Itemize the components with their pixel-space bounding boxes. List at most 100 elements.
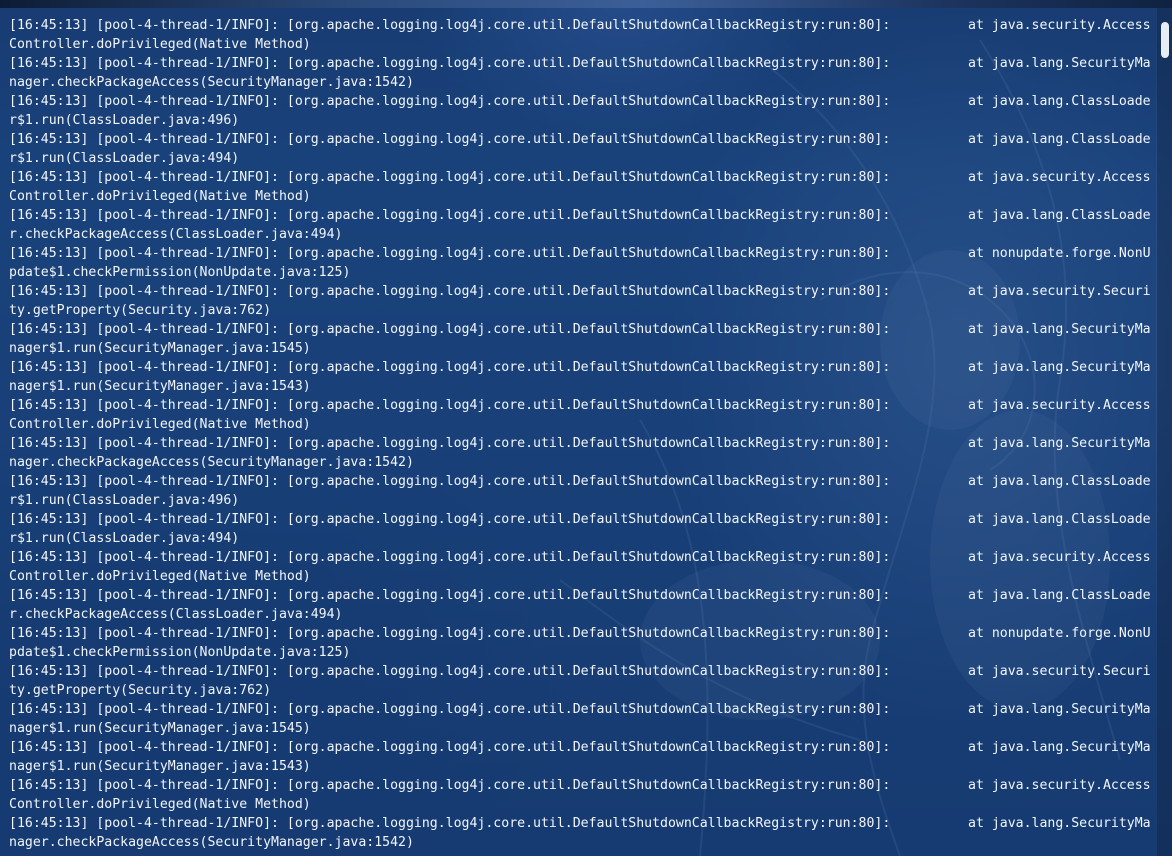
- log-source-prefix: [16:45:13] [pool-4-thread-1/INFO]: [org.…: [9, 740, 891, 755]
- stack-trace-start: at java.lang.ClassLoade: [968, 474, 1151, 489]
- log-source-prefix: [16:45:13] [pool-4-thread-1/INFO]: [org.…: [9, 18, 891, 33]
- stack-trace-continuation: Controller.doPrivileged(Native Method): [9, 37, 311, 52]
- log-entry-first-line: [16:45:13] [pool-4-thread-1/INFO]: [org.…: [9, 776, 1154, 795]
- stack-trace-continuation: r.checkPackageAccess(ClassLoader.java:49…: [9, 607, 343, 622]
- log-entry-first-line: [16:45:13] [pool-4-thread-1/INFO]: [org.…: [9, 700, 1154, 719]
- stack-trace-start: at java.lang.SecurityMa: [968, 740, 1151, 755]
- log-entry-first-line: [16:45:13] [pool-4-thread-1/INFO]: [org.…: [9, 662, 1154, 681]
- log-entry: [16:45:13] [pool-4-thread-1/INFO]: [org.…: [9, 320, 1154, 358]
- stack-trace-start: at java.security.Access: [968, 398, 1151, 413]
- log-entry: [16:45:13] [pool-4-thread-1/INFO]: [org.…: [9, 92, 1154, 130]
- log-entry: [16:45:13] [pool-4-thread-1/INFO]: [org.…: [9, 358, 1154, 396]
- log-entry: [16:45:13] [pool-4-thread-1/INFO]: [org.…: [9, 206, 1154, 244]
- stack-trace-continuation: Controller.doPrivileged(Native Method): [9, 569, 311, 584]
- stack-trace-start: at nonupdate.forge.NonU: [968, 626, 1151, 641]
- log-entry: [16:45:13] [pool-4-thread-1/INFO]: [org.…: [9, 738, 1154, 776]
- stack-trace-continuation: r.checkPackageAccess(ClassLoader.java:49…: [9, 227, 343, 242]
- log-entry-first-line: [16:45:13] [pool-4-thread-1/INFO]: [org.…: [9, 434, 1154, 453]
- log-console-window: [16:45:13] [pool-4-thread-1/INFO]: [org.…: [0, 0, 1172, 856]
- log-entry-first-line: [16:45:13] [pool-4-thread-1/INFO]: [org.…: [9, 472, 1154, 491]
- log-source-prefix: [16:45:13] [pool-4-thread-1/INFO]: [org.…: [9, 550, 891, 565]
- log-source-prefix: [16:45:13] [pool-4-thread-1/INFO]: [org.…: [9, 702, 891, 717]
- stack-trace-continuation: Controller.doPrivileged(Native Method): [9, 417, 311, 432]
- stack-trace-start: at java.lang.ClassLoade: [968, 512, 1151, 527]
- log-source-prefix: [16:45:13] [pool-4-thread-1/INFO]: [org.…: [9, 284, 891, 299]
- log-source-prefix: [16:45:13] [pool-4-thread-1/INFO]: [org.…: [9, 588, 891, 603]
- log-source-prefix: [16:45:13] [pool-4-thread-1/INFO]: [org.…: [9, 322, 891, 337]
- log-source-prefix: [16:45:13] [pool-4-thread-1/INFO]: [org.…: [9, 132, 891, 147]
- stack-trace-start: at java.lang.ClassLoade: [968, 208, 1151, 223]
- log-entry-first-line: [16:45:13] [pool-4-thread-1/INFO]: [org.…: [9, 548, 1154, 567]
- stack-trace-start: at java.lang.SecurityMa: [968, 56, 1151, 71]
- log-entry-first-line: [16:45:13] [pool-4-thread-1/INFO]: [org.…: [9, 16, 1154, 35]
- log-source-prefix: [16:45:13] [pool-4-thread-1/INFO]: [org.…: [9, 664, 891, 679]
- log-entry-first-line: [16:45:13] [pool-4-thread-1/INFO]: [org.…: [9, 168, 1154, 187]
- log-source-prefix: [16:45:13] [pool-4-thread-1/INFO]: [org.…: [9, 626, 891, 641]
- stack-trace-continuation: nager.checkPackageAccess(SecurityManager…: [9, 455, 414, 470]
- log-entry: [16:45:13] [pool-4-thread-1/INFO]: [org.…: [9, 16, 1154, 54]
- stack-trace-continuation: nager.checkPackageAccess(SecurityManager…: [9, 75, 414, 90]
- log-entry: [16:45:13] [pool-4-thread-1/INFO]: [org.…: [9, 54, 1154, 92]
- stack-trace-continuation: r$1.run(ClassLoader.java:494): [9, 151, 240, 166]
- stack-trace-continuation: ty.getProperty(Security.java:762): [9, 683, 272, 698]
- vertical-scrollbar[interactable]: [1157, 8, 1172, 856]
- stack-trace-continuation: nager.checkPackageAccess(SecurityManager…: [9, 835, 414, 850]
- log-source-prefix: [16:45:13] [pool-4-thread-1/INFO]: [org.…: [9, 816, 891, 831]
- log-source-prefix: [16:45:13] [pool-4-thread-1/INFO]: [org.…: [9, 474, 891, 489]
- log-entry: [16:45:13] [pool-4-thread-1/INFO]: [org.…: [9, 548, 1154, 586]
- stack-trace-start: at java.lang.SecurityMa: [968, 360, 1151, 375]
- stack-trace-continuation: r$1.run(ClassLoader.java:496): [9, 493, 240, 508]
- log-source-prefix: [16:45:13] [pool-4-thread-1/INFO]: [org.…: [9, 436, 891, 451]
- log-entry-first-line: [16:45:13] [pool-4-thread-1/INFO]: [org.…: [9, 396, 1154, 415]
- log-source-prefix: [16:45:13] [pool-4-thread-1/INFO]: [org.…: [9, 94, 891, 109]
- stack-trace-continuation: ty.getProperty(Security.java:762): [9, 303, 272, 318]
- log-entry: [16:45:13] [pool-4-thread-1/INFO]: [org.…: [9, 244, 1154, 282]
- stack-trace-continuation: nager$1.run(SecurityManager.java:1545): [9, 721, 311, 736]
- stack-trace-start: at java.lang.ClassLoade: [968, 94, 1151, 109]
- log-entry: [16:45:13] [pool-4-thread-1/INFO]: [org.…: [9, 814, 1154, 852]
- log-entry: [16:45:13] [pool-4-thread-1/INFO]: [org.…: [9, 282, 1154, 320]
- log-entry-first-line: [16:45:13] [pool-4-thread-1/INFO]: [org.…: [9, 244, 1154, 263]
- log-lines: [16:45:13] [pool-4-thread-1/INFO]: [org.…: [9, 16, 1154, 852]
- log-entry: [16:45:13] [pool-4-thread-1/INFO]: [org.…: [9, 700, 1154, 738]
- stack-trace-continuation: Controller.doPrivileged(Native Method): [9, 189, 311, 204]
- log-entry: [16:45:13] [pool-4-thread-1/INFO]: [org.…: [9, 510, 1154, 548]
- log-entry: [16:45:13] [pool-4-thread-1/INFO]: [org.…: [9, 586, 1154, 624]
- stack-trace-start: at nonupdate.forge.NonU: [968, 246, 1151, 261]
- log-entry-first-line: [16:45:13] [pool-4-thread-1/INFO]: [org.…: [9, 92, 1154, 111]
- log-entry: [16:45:13] [pool-4-thread-1/INFO]: [org.…: [9, 776, 1154, 814]
- stack-trace-continuation: r$1.run(ClassLoader.java:496): [9, 113, 240, 128]
- stack-trace-start: at java.lang.SecurityMa: [968, 816, 1151, 831]
- log-entry-first-line: [16:45:13] [pool-4-thread-1/INFO]: [org.…: [9, 358, 1154, 377]
- log-entry-first-line: [16:45:13] [pool-4-thread-1/INFO]: [org.…: [9, 624, 1154, 643]
- log-source-prefix: [16:45:13] [pool-4-thread-1/INFO]: [org.…: [9, 360, 891, 375]
- log-entry-first-line: [16:45:13] [pool-4-thread-1/INFO]: [org.…: [9, 738, 1154, 757]
- log-source-prefix: [16:45:13] [pool-4-thread-1/INFO]: [org.…: [9, 778, 891, 793]
- log-entry-first-line: [16:45:13] [pool-4-thread-1/INFO]: [org.…: [9, 206, 1154, 225]
- stack-trace-continuation: nager$1.run(SecurityManager.java:1545): [9, 341, 311, 356]
- log-source-prefix: [16:45:13] [pool-4-thread-1/INFO]: [org.…: [9, 56, 891, 71]
- scrollbar-thumb[interactable]: [1161, 22, 1169, 58]
- stack-trace-continuation: pdate$1.checkPermission(NonUpdate.java:1…: [9, 265, 351, 280]
- stack-trace-start: at java.lang.ClassLoade: [968, 588, 1151, 603]
- stack-trace-start: at java.security.Access: [968, 170, 1151, 185]
- stack-trace-start: at java.security.Access: [968, 18, 1151, 33]
- log-entry-first-line: [16:45:13] [pool-4-thread-1/INFO]: [org.…: [9, 282, 1154, 301]
- log-entry: [16:45:13] [pool-4-thread-1/INFO]: [org.…: [9, 624, 1154, 662]
- log-entry-first-line: [16:45:13] [pool-4-thread-1/INFO]: [org.…: [9, 814, 1154, 833]
- stack-trace-continuation: nager$1.run(SecurityManager.java:1543): [9, 759, 311, 774]
- log-entry-first-line: [16:45:13] [pool-4-thread-1/INFO]: [org.…: [9, 320, 1154, 339]
- log-source-prefix: [16:45:13] [pool-4-thread-1/INFO]: [org.…: [9, 208, 891, 223]
- log-source-prefix: [16:45:13] [pool-4-thread-1/INFO]: [org.…: [9, 246, 891, 261]
- stack-trace-continuation: pdate$1.checkPermission(NonUpdate.java:1…: [9, 645, 351, 660]
- stack-trace-continuation: r$1.run(ClassLoader.java:494): [9, 531, 240, 546]
- log-entry: [16:45:13] [pool-4-thread-1/INFO]: [org.…: [9, 434, 1154, 472]
- stack-trace-start: at java.lang.SecurityMa: [968, 702, 1151, 717]
- log-entry-first-line: [16:45:13] [pool-4-thread-1/INFO]: [org.…: [9, 130, 1154, 149]
- log-entry-first-line: [16:45:13] [pool-4-thread-1/INFO]: [org.…: [9, 54, 1154, 73]
- log-entry: [16:45:13] [pool-4-thread-1/INFO]: [org.…: [9, 472, 1154, 510]
- log-output-panel[interactable]: [16:45:13] [pool-4-thread-1/INFO]: [org.…: [0, 8, 1156, 856]
- stack-trace-continuation: Controller.doPrivileged(Native Method): [9, 797, 311, 812]
- log-source-prefix: [16:45:13] [pool-4-thread-1/INFO]: [org.…: [9, 398, 891, 413]
- log-source-prefix: [16:45:13] [pool-4-thread-1/INFO]: [org.…: [9, 512, 891, 527]
